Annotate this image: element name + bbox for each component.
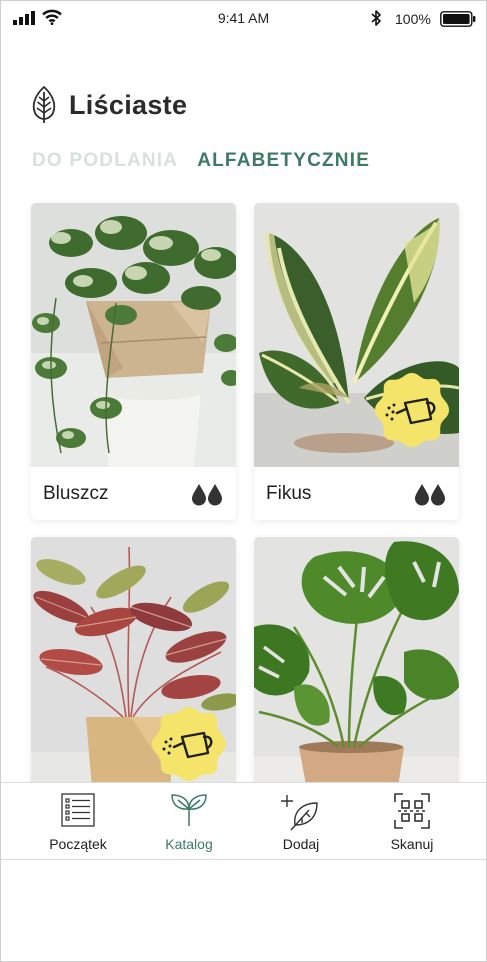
tab-do-podlania[interactable]: DO PODLANIA	[32, 150, 178, 172]
leaf-icon	[32, 86, 56, 123]
sprout-icon	[171, 794, 207, 826]
plant-info: Fikus	[254, 467, 459, 520]
plant-photo	[254, 203, 459, 467]
nav-label: Początek	[49, 836, 107, 852]
nav-label: Katalog	[165, 836, 213, 852]
nav-label: Skanuj	[390, 836, 434, 852]
page-title: Liściaste	[69, 89, 188, 120]
plant-card-fikus[interactable]: Fikus	[254, 203, 459, 520]
battery-percent: 100%	[395, 11, 431, 27]
nav-katalog[interactable]: Katalog	[139, 783, 239, 861]
bluetooth-icon	[371, 10, 381, 26]
list-icon	[61, 793, 95, 827]
plant-photo	[254, 537, 459, 801]
plant-card-3[interactable]	[31, 537, 236, 801]
tab-alfabetycznie[interactable]: ALFABETYCZNIE	[197, 150, 370, 172]
sort-tabs: DO PODLANIA ALFABETYCZNIE	[32, 150, 370, 172]
plant-name: Bluszcz	[43, 482, 109, 504]
plant-photo	[31, 537, 236, 801]
plant-card-bluszcz[interactable]: Bluszcz	[31, 203, 236, 520]
plant-name: Fikus	[266, 482, 312, 504]
water-drops-icon	[192, 483, 222, 505]
nav-label: Dodaj	[282, 836, 320, 852]
nav-dodaj[interactable]: Dodaj	[251, 783, 351, 861]
status-bar: 9:41 AM 100%	[1, 1, 486, 35]
phone-screen: 9:41 AM 100% Liściaste DO PODLANIA ALFAB…	[0, 0, 487, 962]
battery-icon	[440, 11, 476, 27]
water-drops-icon	[415, 483, 445, 505]
qr-scan-icon	[394, 793, 430, 829]
page-header: Liściaste	[31, 85, 187, 125]
bottom-nav: Początek Katalog Dodaj Skanuj	[1, 782, 486, 860]
plant-info: Bluszcz	[31, 467, 236, 520]
plant-photo	[31, 203, 236, 467]
nav-skanuj[interactable]: Skanuj	[362, 783, 462, 861]
watering-can-badge	[152, 707, 226, 781]
nav-poczatek[interactable]: Początek	[28, 783, 128, 861]
add-leaf-icon	[281, 795, 318, 831]
watering-can-badge	[375, 373, 449, 447]
plant-card-4[interactable]	[254, 537, 459, 801]
